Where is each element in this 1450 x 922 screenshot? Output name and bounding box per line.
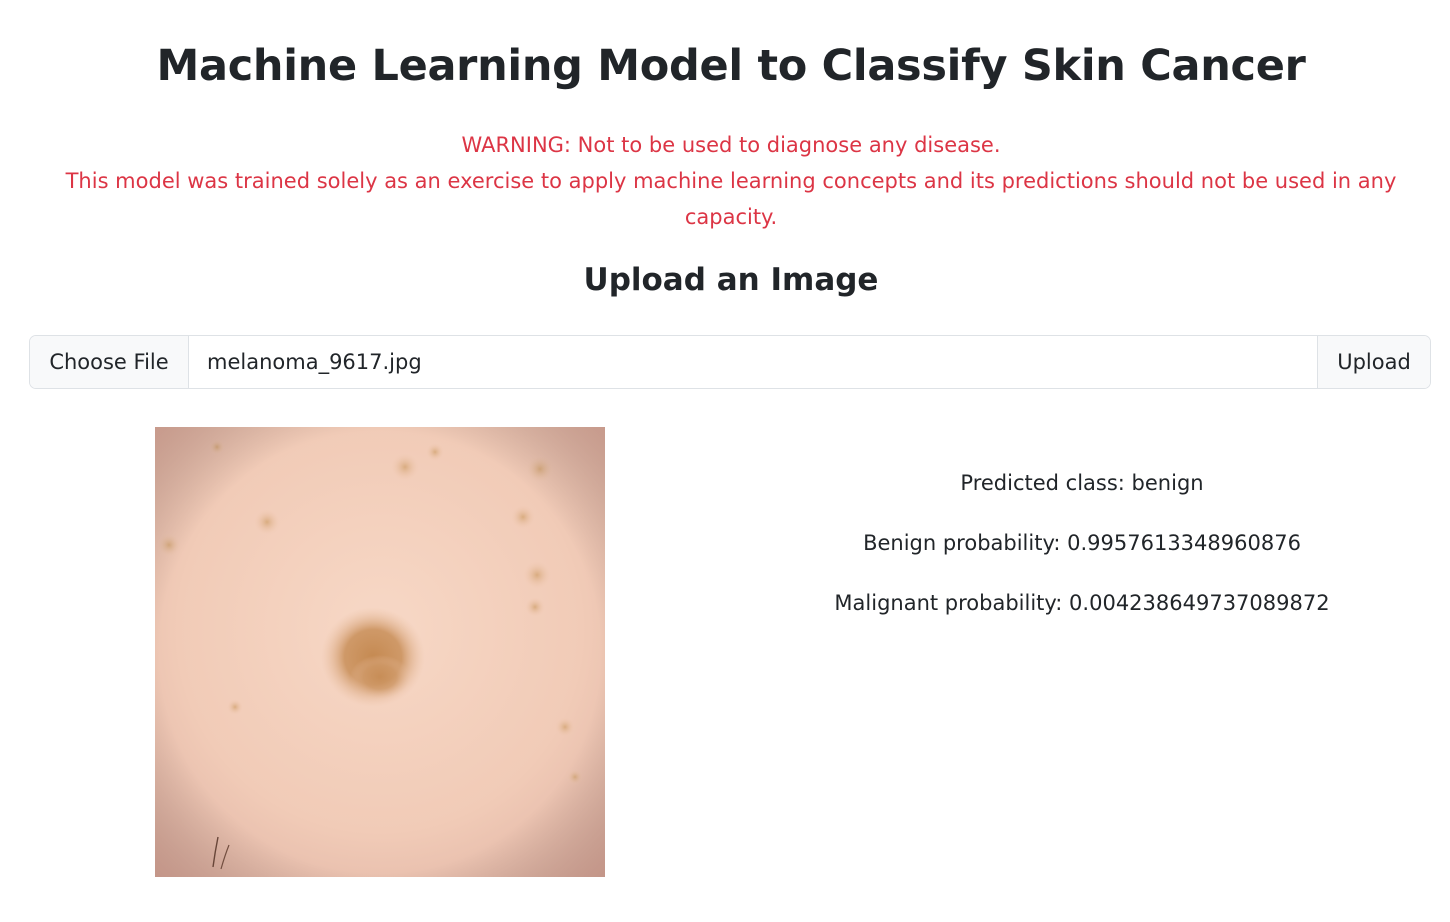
file-upload-group: Choose File melanoma_9617.jpg Upload [29, 335, 1431, 389]
upload-button[interactable]: Upload [1317, 336, 1430, 388]
page: Machine Learning Model to Classify Skin … [0, 0, 1450, 922]
file-name-field[interactable]: melanoma_9617.jpg [189, 336, 1317, 388]
upload-heading: Upload an Image [583, 262, 879, 298]
skin-lesion-picture [155, 427, 605, 877]
malignant-probability: Malignant probability: 0.004238649737089… [834, 591, 1330, 615]
warning-message: WARNING: Not to be used to diagnose any … [40, 127, 1422, 235]
warning-line-2: This model was trained solely as an exer… [65, 169, 1397, 229]
warning-line-1: WARNING: Not to be used to diagnose any … [461, 133, 1001, 157]
uploaded-skin-image [155, 427, 605, 877]
prediction-results: Predicted class: benign Benign probabili… [770, 464, 1394, 644]
benign-probability: Benign probability: 0.9957613348960876 [863, 531, 1301, 555]
choose-file-button[interactable]: Choose File [30, 336, 189, 388]
predicted-class: Predicted class: benign [960, 471, 1204, 495]
page-title: Machine Learning Model to Classify Skin … [156, 41, 1306, 91]
